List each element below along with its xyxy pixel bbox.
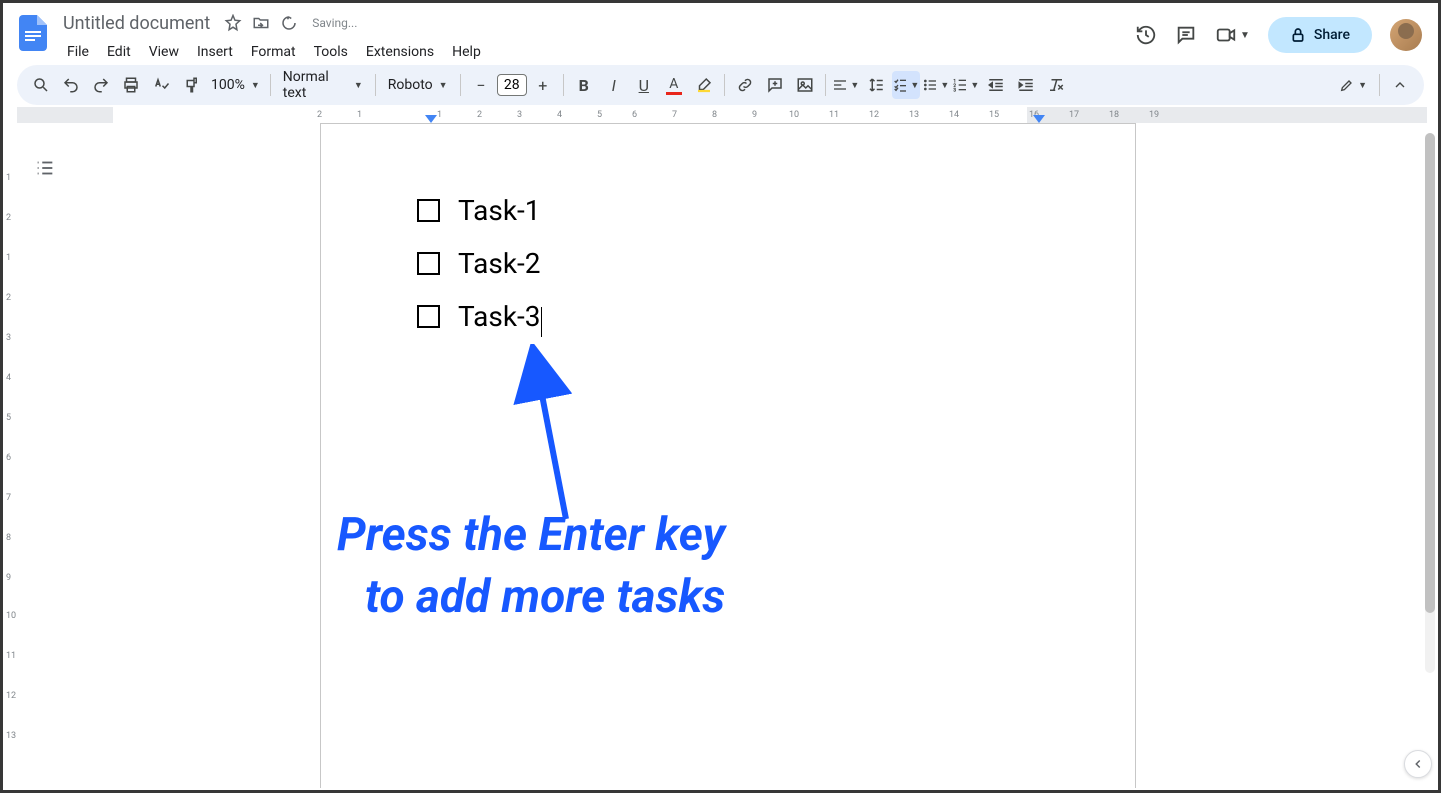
task-text[interactable]: Task-1: [458, 184, 541, 237]
lock-icon: [1290, 27, 1306, 43]
chevron-down-icon: ▼: [354, 80, 363, 91]
menu-bar: File Edit View Insert Format Tools Exten…: [59, 37, 1135, 67]
zoom-select[interactable]: 100% ▼: [207, 77, 264, 93]
redo-icon[interactable]: [87, 71, 115, 99]
line-spacing-icon[interactable]: [862, 71, 890, 99]
menu-extensions[interactable]: Extensions: [358, 40, 442, 64]
comments-icon[interactable]: [1175, 24, 1197, 46]
share-label: Share: [1314, 27, 1350, 43]
checklist-item[interactable]: Task-1: [417, 184, 1039, 237]
task-text[interactable]: Task-3: [458, 300, 541, 333]
zoom-value: 100%: [211, 77, 245, 93]
horizontal-ruler[interactable]: 2 1 1 2 3 4 5 6 7 8 9 10 11 12 13 14 15 …: [17, 107, 1438, 123]
separator: [1379, 74, 1380, 96]
checklist-icon[interactable]: ▼: [892, 71, 920, 99]
menu-tools[interactable]: Tools: [306, 40, 356, 64]
chevron-down-icon: ▼: [251, 80, 260, 91]
menu-insert[interactable]: Insert: [189, 40, 241, 64]
chevron-down-icon: ▼: [1358, 80, 1367, 91]
user-avatar[interactable]: [1390, 19, 1422, 51]
checkbox-icon[interactable]: [417, 199, 440, 222]
menu-file[interactable]: File: [59, 40, 97, 64]
chevron-down-icon: ▼: [439, 80, 448, 91]
menu-view[interactable]: View: [141, 40, 187, 64]
numbered-list-icon[interactable]: 123▼: [952, 71, 980, 99]
checklist-item[interactable]: Task-3: [417, 290, 1039, 343]
underline-icon[interactable]: U: [630, 71, 658, 99]
link-icon[interactable]: [731, 71, 759, 99]
decrease-font-size-icon[interactable]: −: [467, 71, 495, 99]
print-icon[interactable]: [117, 71, 145, 99]
font-value: Roboto: [388, 77, 433, 93]
checkbox-icon[interactable]: [417, 305, 440, 328]
editing-mode-icon[interactable]: ▼: [1333, 71, 1373, 99]
separator: [825, 74, 826, 96]
chevron-down-icon: ▼: [910, 80, 919, 91]
style-value: Normal text: [283, 69, 348, 101]
chevron-down-icon: ▼: [850, 80, 859, 91]
undo-icon[interactable]: [57, 71, 85, 99]
document-title[interactable]: Untitled document: [59, 13, 214, 34]
document-body[interactable]: Task-1 Task-2 Task-3: [321, 124, 1135, 404]
history-icon[interactable]: [1135, 24, 1157, 46]
app-header: Untitled document Saving... File Edit Vi…: [3, 3, 1438, 63]
svg-text:3: 3: [954, 88, 957, 93]
vertical-scrollbar[interactable]: [1425, 133, 1435, 673]
spellcheck-icon[interactable]: [147, 71, 175, 99]
vertical-ruler[interactable]: 1 2 1 2 3 4 5 6 7 8 9 10 11 12 13: [3, 123, 18, 788]
scrollbar-thumb[interactable]: [1425, 133, 1435, 613]
add-comment-icon[interactable]: [761, 71, 789, 99]
star-icon[interactable]: [224, 14, 242, 32]
separator: [724, 74, 725, 96]
docs-logo[interactable]: [13, 13, 53, 53]
side-panel-toggle-icon[interactable]: [1404, 750, 1432, 778]
meet-icon[interactable]: ▼: [1215, 24, 1250, 46]
highlight-icon[interactable]: [690, 71, 718, 99]
share-button[interactable]: Share: [1268, 17, 1372, 53]
bulleted-list-icon[interactable]: ▼: [922, 71, 950, 99]
menu-format[interactable]: Format: [243, 40, 304, 64]
chevron-down-icon: ▼: [940, 80, 949, 91]
chevron-down-icon: ▼: [970, 80, 979, 91]
separator: [563, 74, 564, 96]
text-cursor: [541, 307, 543, 337]
move-folder-icon[interactable]: [252, 14, 270, 32]
separator: [375, 74, 376, 96]
checklist-item[interactable]: Task-2: [417, 237, 1039, 290]
save-status: Saving...: [312, 16, 357, 30]
annotation-text: Press the Enter key to add more tasks: [337, 504, 725, 628]
insert-image-icon[interactable]: [791, 71, 819, 99]
ruler-svg: [17, 107, 1438, 123]
separator: [460, 74, 461, 96]
text-color-icon[interactable]: A: [660, 71, 688, 99]
document-page[interactable]: Task-1 Task-2 Task-3: [320, 123, 1136, 788]
toolbar: 100% ▼ Normal text ▼ Roboto ▼ − + B I U A ▼…: [17, 65, 1424, 105]
task-text[interactable]: Task-2: [458, 237, 541, 290]
increase-indent-icon[interactable]: [1012, 71, 1040, 99]
cloud-sync-icon[interactable]: [280, 14, 298, 32]
docs-icon: [19, 15, 47, 51]
paragraph-style-select[interactable]: Normal text ▼: [277, 69, 369, 101]
collapse-toolbar-icon[interactable]: [1386, 71, 1414, 99]
menu-help[interactable]: Help: [444, 40, 489, 64]
bold-icon[interactable]: B: [570, 71, 598, 99]
paint-format-icon[interactable]: [177, 71, 205, 99]
increase-font-size-icon[interactable]: +: [529, 71, 557, 99]
clear-format-icon[interactable]: [1042, 71, 1070, 99]
separator: [270, 74, 271, 96]
menu-edit[interactable]: Edit: [99, 40, 139, 64]
font-select[interactable]: Roboto ▼: [382, 77, 454, 93]
search-menus-icon[interactable]: [27, 71, 55, 99]
italic-icon[interactable]: I: [600, 71, 628, 99]
checkbox-icon[interactable]: [417, 252, 440, 275]
align-icon[interactable]: ▼: [832, 71, 860, 99]
font-size-input[interactable]: [497, 74, 527, 96]
decrease-indent-icon[interactable]: [982, 71, 1010, 99]
